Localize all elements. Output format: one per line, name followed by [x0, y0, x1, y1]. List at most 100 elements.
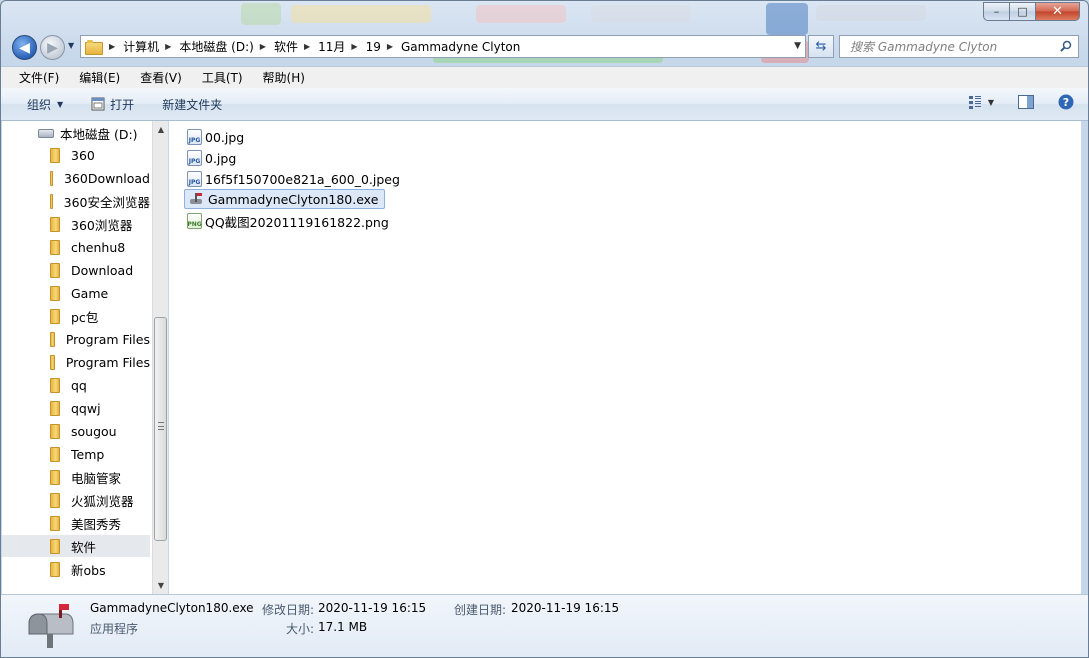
folder-icon	[50, 308, 60, 324]
open-label: 打开	[110, 97, 135, 112]
address-bar[interactable]: ▶ 计算机 ▶ 本地磁盘 (D:) ▶ 软件 ▶ 11月 ▶ 19 ▶ Gammadyne…	[80, 35, 806, 58]
tree-drive-d[interactable]: 本地磁盘 (D:)	[2, 122, 150, 144]
tree-label: 电脑管家	[71, 470, 122, 486]
breadcrumb-label: 19	[365, 39, 381, 54]
tree-folder[interactable]: 美图秀秀	[2, 512, 150, 534]
tree-label: 360	[71, 147, 95, 163]
details-modified-value: 2020-11-19 16:15	[318, 601, 427, 615]
tree-label: 新obs	[71, 562, 106, 578]
new-folder-label: 新建文件夹	[162, 97, 223, 112]
folder-icon	[50, 423, 60, 439]
folder-icon	[50, 331, 55, 347]
tree-folder[interactable]: 360浏览器	[2, 213, 150, 235]
folder-icon	[50, 469, 60, 485]
breadcrumb-drive-d[interactable]: 本地磁盘 (D:) ▶	[179, 38, 274, 55]
folder-icon	[50, 354, 55, 370]
menu-edit[interactable]: 编辑(E)	[69, 69, 130, 86]
file-list: JPG 00.jpg JPG 0.jpg JPG 16f5f150700e821…	[169, 121, 1083, 594]
tree-label: sougou	[71, 423, 117, 439]
tree-label: 360安全浏览器	[63, 194, 150, 210]
breadcrumb-software[interactable]: 软件 ▶	[274, 38, 318, 55]
search-input[interactable]: 搜索 Gammadyne Clyton	[839, 35, 1079, 58]
tree-folder[interactable]: 360安全浏览器	[2, 190, 150, 212]
help-icon[interactable]: ?	[1058, 94, 1074, 110]
preview-pane-icon[interactable]	[1018, 95, 1034, 109]
file-item[interactable]: JPG 16f5f150700e821a_600_0.jpeg	[187, 169, 406, 189]
tree-folder[interactable]: Game	[2, 282, 150, 304]
breadcrumb-computer[interactable]: 计算机 ▶	[123, 38, 179, 55]
breadcrumb-current[interactable]: Gammadyne Clyton	[401, 40, 520, 54]
menu-tools[interactable]: 工具(T)	[192, 69, 253, 86]
organize-button[interactable]: 组织 ▼	[17, 96, 73, 113]
tree-folder[interactable]: Program Files	[2, 351, 150, 373]
menu-help[interactable]: 帮助(H)	[253, 69, 315, 86]
tree-folder[interactable]: sougou	[2, 420, 150, 442]
tree-label: Program Files	[65, 354, 150, 370]
refresh-button[interactable]: ⇆	[808, 35, 834, 58]
file-item[interactable]: JPG 00.jpg	[187, 127, 250, 147]
minimize-button[interactable]: –	[983, 2, 1010, 21]
file-item[interactable]: PNG QQ截图20201119161822.png	[187, 211, 395, 231]
file-item[interactable]: JPG 0.jpg	[187, 148, 242, 168]
tree-label: qq	[71, 377, 87, 393]
tree-folder[interactable]: 360	[2, 144, 150, 166]
scroll-down-arrow[interactable]: ▼	[153, 577, 169, 594]
tree-folder[interactable]: qq	[2, 374, 150, 396]
scroll-up-arrow[interactable]: ▲	[153, 121, 169, 138]
tree-folder[interactable]: Download	[2, 259, 150, 281]
new-folder-button[interactable]: 新建文件夹	[152, 96, 232, 113]
breadcrumb-label: 本地磁盘 (D:)	[179, 40, 254, 54]
maximize-button[interactable]: □	[1009, 2, 1036, 21]
tree-folder[interactable]: Temp	[2, 443, 150, 465]
tree-folder[interactable]: pc包	[2, 305, 150, 327]
folder-icon	[50, 147, 60, 163]
tree-folder[interactable]: qqwj	[2, 397, 150, 419]
scroll-thumb[interactable]	[154, 317, 167, 541]
recent-pages-dropdown[interactable]: ▼	[68, 41, 74, 50]
folder-icon	[50, 239, 60, 255]
folder-icon	[85, 40, 103, 55]
tree-folder[interactable]: 新obs	[2, 558, 150, 580]
view-options-icon[interactable]	[968, 95, 982, 109]
menu-view[interactable]: 查看(V)	[130, 69, 192, 86]
navigation-scrollbar[interactable]: ▲ ▼	[152, 121, 168, 594]
tree-label: 360Download	[64, 170, 150, 186]
tree-label: qqwj	[71, 400, 101, 416]
tree-label: Game	[71, 285, 109, 301]
folder-icon	[50, 446, 60, 462]
details-created-label: 创建日期:	[454, 603, 507, 617]
address-dropdown[interactable]: ▼	[794, 41, 801, 51]
file-item-selected[interactable]: GammadyneClyton180.exe	[184, 189, 386, 209]
breadcrumb-november[interactable]: 11月 ▶	[318, 38, 365, 55]
back-icon: ◀	[19, 39, 30, 56]
tree-folder[interactable]: Program Files	[2, 328, 150, 350]
tree-folder[interactable]: 火狐浏览器	[2, 489, 150, 511]
view-dropdown-icon[interactable]: ▼	[988, 98, 994, 107]
png-file-icon: PNG	[187, 213, 202, 229]
back-button[interactable]: ◀	[12, 35, 37, 60]
toolbar-right: ▼ ?	[954, 94, 1074, 110]
tree-folder[interactable]: 360Download	[2, 167, 150, 189]
jpg-file-icon: JPG	[187, 150, 202, 166]
tree-folder[interactable]: 电脑管家	[2, 466, 150, 488]
tree-label: chenhu8	[71, 239, 126, 255]
tree-label: pc包	[71, 309, 99, 325]
explorer-window: – □ ✕ ◀ ▶ ▼ ▶ 计算机 ▶ 本地磁盘 (D:) ▶ 软件 ▶ 11月 ▶ 1…	[0, 0, 1089, 658]
breadcrumb-19[interactable]: 19 ▶	[366, 40, 401, 54]
forward-button[interactable]: ▶	[40, 35, 65, 60]
search-icon[interactable]	[1060, 40, 1072, 52]
menu-file[interactable]: 文件(F)	[9, 69, 69, 86]
breadcrumb-root[interactable]: ▶	[103, 42, 123, 51]
open-button[interactable]: 打开	[81, 96, 144, 113]
close-button[interactable]: ✕	[1035, 2, 1080, 21]
jpg-file-icon: JPG	[187, 171, 202, 187]
tree-folder-selected[interactable]: 软件	[2, 535, 150, 557]
menu-bar: 文件(F) 编辑(E) 查看(V) 工具(T) 帮助(H)	[1, 66, 1088, 88]
exe-file-icon	[190, 193, 202, 204]
scroll-grip-icon	[158, 422, 164, 430]
file-name: GammadyneClyton180.exe	[208, 191, 379, 207]
tree-label: 火狐浏览器	[71, 493, 134, 509]
folder-icon	[50, 515, 60, 531]
tree-folder[interactable]: chenhu8	[2, 236, 150, 258]
organize-label: 组织	[27, 97, 52, 112]
